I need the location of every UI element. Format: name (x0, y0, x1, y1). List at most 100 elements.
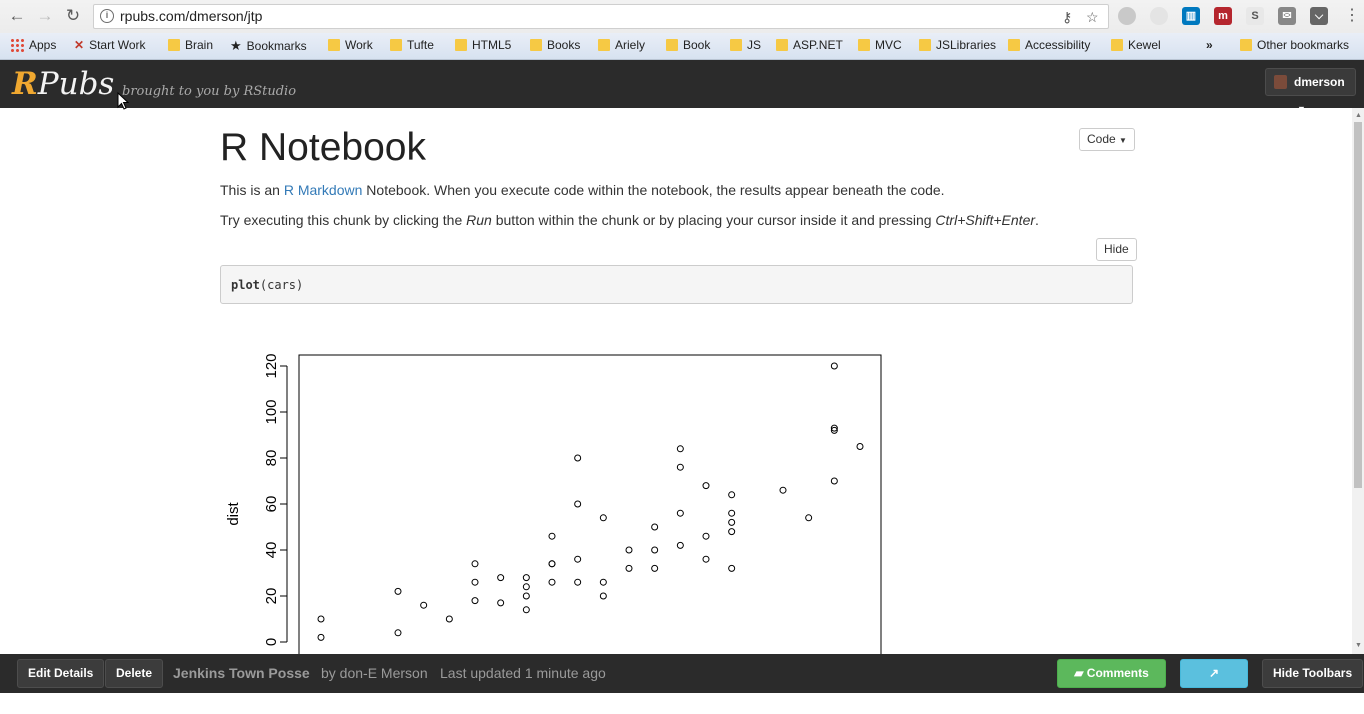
reload-icon[interactable]: ↻ (62, 5, 84, 27)
data-point (548, 532, 556, 540)
folder-icon (730, 39, 742, 51)
info-icon[interactable]: i (100, 9, 114, 23)
data-point (728, 518, 736, 526)
data-point (522, 583, 530, 591)
data-point (651, 523, 659, 531)
mendeley-icon[interactable]: m (1214, 7, 1232, 25)
share-button[interactable]: ↗ Share (1180, 659, 1248, 707)
share-icon: ↗ (1208, 666, 1220, 680)
bookmark-start-work[interactable]: ✕ Start Work (74, 38, 146, 52)
bookmark-other[interactable]: Other bookmarks (1240, 38, 1349, 52)
data-point (471, 578, 479, 586)
data-point (445, 615, 453, 623)
hide-code-button[interactable]: Hide (1096, 238, 1137, 261)
data-point (702, 555, 710, 563)
extension-gray-icon[interactable] (1150, 7, 1168, 25)
tagline: brought to you by RStudio (122, 84, 297, 99)
data-point (702, 532, 710, 540)
bookmark-brain[interactable]: Brain (168, 38, 213, 52)
s-extension-icon[interactable]: S (1246, 7, 1264, 25)
bookmarks-overflow-button[interactable]: » (1206, 38, 1213, 52)
hide-toolbars-button[interactable]: Hide Toolbars (1262, 659, 1364, 688)
data-point (599, 514, 607, 522)
data-point (625, 546, 633, 554)
mail-icon[interactable]: ✉ (1278, 7, 1296, 25)
scroll-up-icon[interactable]: ▲ (1355, 112, 1362, 119)
author-text: by don-E Merson (321, 665, 428, 681)
y-tick-label: 120 (263, 353, 280, 378)
data-point (779, 486, 787, 494)
comments-button[interactable]: ▰ Comments (–) (1057, 659, 1166, 707)
data-point (471, 597, 479, 605)
delete-button[interactable]: Delete (105, 659, 164, 688)
bookmark-mvc[interactable]: MVC (858, 38, 902, 52)
data-point (394, 587, 402, 595)
bookmark-work[interactable]: Work (328, 38, 373, 52)
data-point (574, 500, 582, 508)
page-scrollbar[interactable]: ▲ ▼ (1352, 108, 1364, 654)
data-point (728, 528, 736, 536)
back-arrow-icon[interactable]: ← (6, 5, 28, 27)
data-point (599, 592, 607, 600)
bookmark-jslibraries[interactable]: JSLibraries (919, 38, 996, 52)
star-icon: ★ (230, 38, 242, 53)
data-point (676, 541, 684, 549)
data-point (728, 491, 736, 499)
key-icon[interactable]: ⚷ (1062, 9, 1072, 26)
data-point (548, 578, 556, 586)
menu-dots-icon[interactable]: ⋮ (1341, 5, 1363, 27)
edit-details-button[interactable]: Edit Details (17, 659, 105, 688)
forward-arrow-icon[interactable]: → (34, 5, 56, 27)
bookmark-bookmarks[interactable]: ★ Bookmarks (230, 38, 307, 54)
bookmark-accessibility[interactable]: Accessibility (1008, 38, 1090, 52)
data-point (574, 555, 582, 563)
bookmark-html5[interactable]: HTML5 (455, 38, 511, 52)
pocket-icon[interactable]: ⌵ (1310, 7, 1328, 25)
bookmark-kewel[interactable]: Kewel (1111, 38, 1161, 52)
trello-icon[interactable]: ▥ (1182, 7, 1200, 25)
rpubs-header: RPubs brought to you by RStudio dmerson … (0, 60, 1364, 114)
data-point (805, 514, 813, 522)
intro-paragraph: This is an R Markdown Notebook. When you… (220, 182, 945, 198)
user-menu-button[interactable]: dmerson ▼ (1265, 68, 1356, 114)
updated-text: Last updated 1 minute ago (440, 665, 606, 681)
bookmark-apps[interactable]: Apps (10, 38, 56, 52)
scrollbar-thumb[interactable] (1354, 122, 1362, 488)
data-point (676, 445, 684, 453)
data-point (702, 482, 710, 490)
code-dropdown-button[interactable]: Code ▼ (1079, 128, 1135, 151)
notebook-content: R Notebook Code ▼ This is an R Markdown … (0, 108, 1352, 654)
browser-toolbar: ← → ↻ i rpubs.com/dmerson/jtp ⚷ ☆ ▥ m S … (0, 0, 1364, 33)
bookmark-aspnet[interactable]: ASP.NET (776, 38, 843, 52)
folder-icon (390, 39, 402, 51)
bookmark-js[interactable]: JS (730, 38, 761, 52)
bookmarks-bar: Apps ✕ Start Work Brain ★ Bookmarks Work T… (0, 33, 1364, 60)
y-tick-label: 0 (263, 638, 280, 646)
folder-icon (1240, 39, 1252, 51)
instruction-paragraph: Try executing this chunk by clicking the… (220, 212, 1039, 228)
y-tick-label: 100 (263, 399, 280, 424)
data-point (574, 454, 582, 462)
data-point (522, 606, 530, 614)
folder-icon (666, 39, 678, 51)
bookmark-tufte[interactable]: Tufte (390, 38, 434, 52)
bookmark-books[interactable]: Books (530, 38, 580, 52)
bookmark-ariely[interactable]: Ariely (598, 38, 645, 52)
data-point (420, 601, 428, 609)
url-text: rpubs.com/dmerson/jtp (120, 8, 263, 24)
bookmark-book[interactable]: Book (666, 38, 710, 52)
x-icon: ✕ (74, 38, 85, 52)
folder-icon (328, 39, 340, 51)
scroll-down-icon[interactable]: ▼ (1355, 642, 1362, 649)
data-point (856, 443, 864, 450)
rpubs-logo[interactable]: RPubs (12, 66, 114, 102)
code-chunk[interactable]: plot(cars) (220, 265, 1133, 304)
data-point (574, 578, 582, 586)
folder-icon (1111, 39, 1123, 51)
star-bookmark-icon[interactable]: ☆ (1086, 9, 1099, 26)
bottom-toolbar: Edit Details Delete Jenkins Town Posse b… (0, 654, 1364, 707)
data-point (728, 564, 736, 572)
address-bar[interactable]: i rpubs.com/dmerson/jtp ⚷ ☆ (93, 4, 1109, 29)
r-markdown-link[interactable]: R Markdown (284, 182, 363, 198)
extension-circle-icon[interactable] (1118, 7, 1136, 25)
